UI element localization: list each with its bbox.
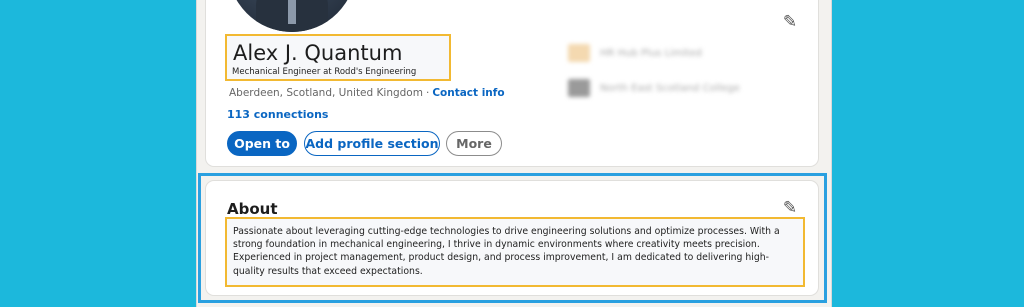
avatar-tie (288, 0, 296, 24)
profile-location: Aberdeen, Scotland, United Kingdom · Conta… (229, 87, 505, 99)
company-logo-icon (568, 44, 590, 62)
more-button[interactable]: More (446, 131, 502, 156)
company-name: HR Hub Plus Limited (600, 48, 702, 59)
edit-intro-pencil-icon[interactable]: ✎ (781, 13, 799, 31)
location-separator: · (425, 87, 430, 99)
add-profile-section-button[interactable]: Add profile section (304, 131, 440, 156)
name-highlight-box: Alex J. Quantum Mechanical Engineer at R… (225, 34, 451, 81)
experience-item[interactable]: HR Hub Plus Limited (568, 44, 702, 62)
open-to-button[interactable]: Open to (227, 131, 297, 156)
connections-link[interactable]: 113 connections (227, 108, 328, 121)
contact-info-link[interactable]: Contact info (432, 87, 504, 99)
profile-headline: Mechanical Engineer at Rodd's Engineerin… (232, 67, 417, 77)
about-title: About (227, 200, 278, 218)
school-logo-icon (568, 79, 590, 97)
profile-name: Alex J. Quantum (233, 41, 403, 65)
location-text: Aberdeen, Scotland, United Kingdom (229, 87, 423, 99)
school-name: North East Scotland College (600, 83, 740, 94)
about-text: Passionate about leveraging cutting-edge… (225, 217, 805, 287)
education-item[interactable]: North East Scotland College (568, 79, 740, 97)
edit-about-pencil-icon[interactable]: ✎ (781, 199, 799, 217)
